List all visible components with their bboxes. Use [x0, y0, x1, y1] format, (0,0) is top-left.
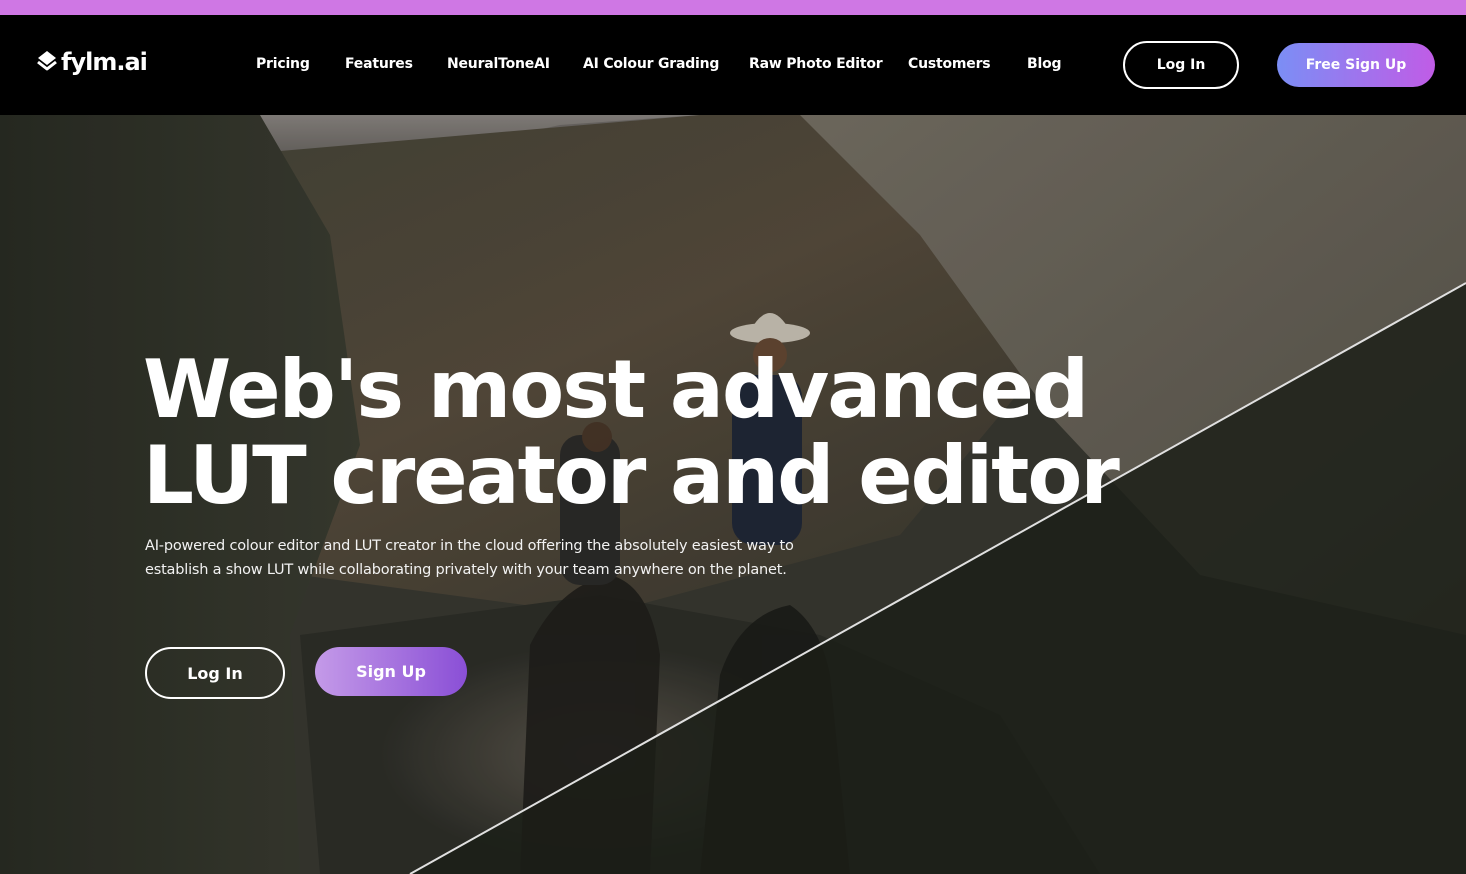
nav-link-pricing[interactable]: Pricing	[256, 56, 310, 72]
logo-wordmark: fylm.ai	[61, 48, 148, 76]
nav-link-blog[interactable]: Blog	[1027, 56, 1062, 72]
hero-headline-line-1: Web's most advanced	[143, 343, 1089, 436]
hero-headline-line-2: LUT creator and editor	[143, 429, 1120, 522]
navbar: fylm.ai Pricing Features NeuralToneAI AI…	[0, 15, 1466, 115]
nav-link-ai-colour-grading[interactable]: AI Colour Grading	[583, 56, 719, 72]
hero: Web's most advanced LUT creator and edit…	[0, 115, 1466, 874]
logo[interactable]: fylm.ai	[36, 45, 148, 79]
nav-link-features[interactable]: Features	[345, 56, 413, 72]
nav-link-customers[interactable]: Customers	[908, 56, 991, 72]
nav-link-raw-photo-editor[interactable]: Raw Photo Editor	[749, 56, 883, 72]
nav-free-signup-button[interactable]: Free Sign Up	[1277, 43, 1435, 87]
nav-login-button[interactable]: Log In	[1123, 41, 1239, 89]
top-accent-strip	[0, 0, 1466, 15]
page: fylm.ai Pricing Features NeuralToneAI AI…	[0, 0, 1466, 874]
hero-login-button[interactable]: Log In	[145, 647, 285, 699]
layered-diamond-icon	[36, 49, 58, 75]
hero-headline: Web's most advanced LUT creator and edit…	[143, 347, 1243, 519]
hero-subtext: AI-powered colour editor and LUT creator…	[145, 534, 865, 582]
hero-subtext-line-2: establish a show LUT while collaborating…	[145, 562, 787, 578]
hero-subtext-line-1: AI-powered colour editor and LUT creator…	[145, 538, 794, 554]
nav-link-neuraltoneai[interactable]: NeuralToneAI	[447, 56, 550, 72]
hero-signup-button[interactable]: Sign Up	[315, 647, 467, 696]
